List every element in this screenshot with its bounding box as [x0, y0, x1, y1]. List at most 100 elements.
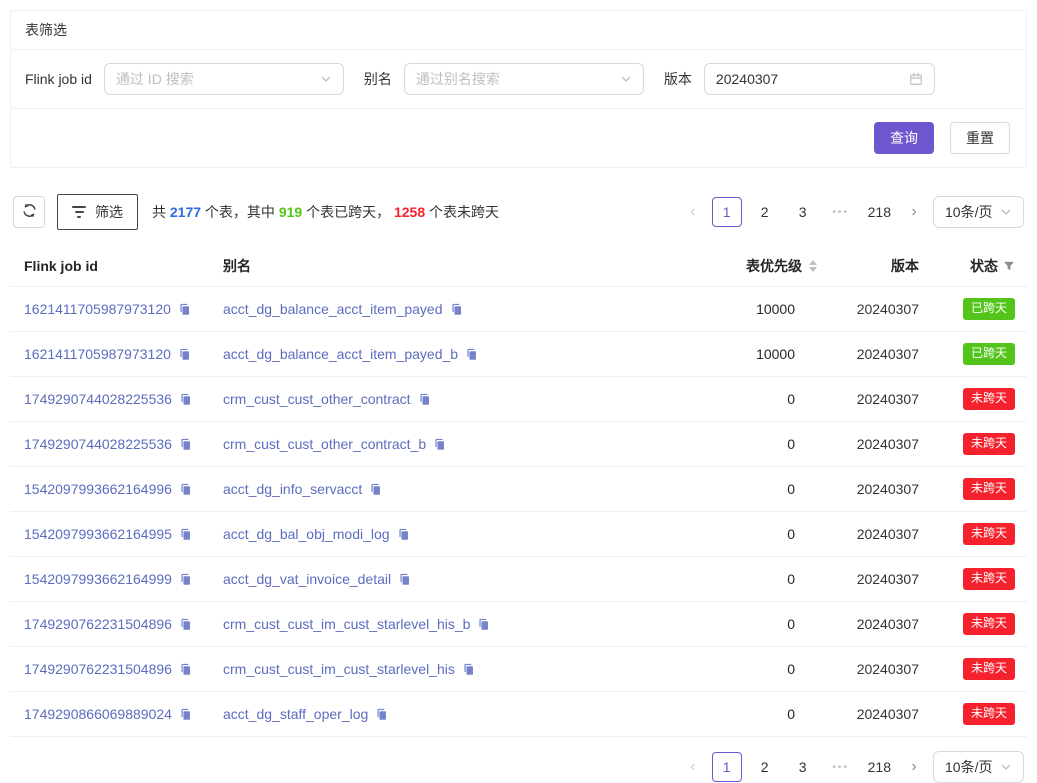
pager-next-button[interactable]: › [903, 752, 925, 782]
pager-ellipsis[interactable]: ••• [826, 197, 856, 227]
pager-next-button[interactable]: › [903, 197, 925, 227]
copy-icon[interactable] [465, 348, 478, 361]
copy-icon[interactable] [179, 438, 192, 451]
flink-job-id-link[interactable]: 1749290866069889024 [24, 706, 172, 722]
flink-job-id-link[interactable]: 1542097993662164995 [24, 526, 172, 542]
status-badge: 未跨天 [963, 433, 1015, 455]
version-date-picker[interactable] [704, 63, 935, 95]
total-count: 2177 [170, 204, 201, 220]
pager-page-button[interactable]: 3 [788, 197, 818, 227]
version-date-input[interactable] [716, 71, 896, 87]
copy-icon[interactable] [179, 528, 192, 541]
table-header-row: Flink job id 别名 表优先级 版本 状态 [10, 246, 1027, 287]
copy-icon[interactable] [179, 393, 192, 406]
column-filter-funnel-icon[interactable] [1003, 260, 1015, 272]
pager-page-button[interactable]: 2 [750, 197, 780, 227]
pager-page-button[interactable]: 3 [788, 752, 818, 782]
flink-job-id-link[interactable]: 1542097993662164999 [24, 571, 172, 587]
pager-prev-button[interactable]: ‹ [682, 197, 704, 227]
flink-job-id-link[interactable]: 1749290744028225536 [24, 391, 172, 407]
copy-icon[interactable] [178, 348, 191, 361]
alias-link[interactable]: acct_dg_staff_oper_log [223, 706, 368, 722]
reset-button[interactable]: 重置 [950, 122, 1010, 154]
version-label: 版本 [664, 69, 692, 89]
filter-actions-row: 查询 重置 [11, 109, 1026, 167]
table-row: 1621411705987973120 acct_dg_balance_acct… [10, 287, 1027, 332]
alias-field: 别名 通过别名搜索 [364, 63, 644, 95]
pagination-bottom: ‹ 123 ••• 218 › [682, 752, 925, 782]
chevron-down-icon [320, 73, 332, 85]
column-status: 状态 [970, 256, 998, 276]
priority-value: 0 [697, 377, 827, 422]
table-row: 1542097993662164999 acct_dg_vat_invoice_… [10, 557, 1027, 602]
sort-icon[interactable] [807, 258, 819, 274]
alias-link[interactable]: crm_cust_cust_im_cust_starlevel_his [223, 661, 455, 677]
pager-page-button[interactable]: 2 [750, 752, 780, 782]
flink-job-id-link[interactable]: 1542097993662164996 [24, 481, 172, 497]
alias-link[interactable]: crm_cust_cust_other_contract_b [223, 436, 426, 452]
alias-link[interactable]: acct_dg_info_servacct [223, 481, 362, 497]
flink-job-id-link[interactable]: 1749290762231504896 [24, 616, 172, 632]
alias-select[interactable]: 通过别名搜索 [404, 63, 644, 95]
calendar-icon [909, 72, 923, 86]
table-row: 1542097993662164996 acct_dg_info_servacc… [10, 467, 1027, 512]
copy-icon[interactable] [179, 618, 192, 631]
pager-ellipsis[interactable]: ••• [826, 752, 856, 782]
table-body: 1621411705987973120 acct_dg_balance_acct… [10, 287, 1027, 737]
crossed-count: 919 [279, 204, 302, 220]
copy-icon[interactable] [462, 663, 475, 676]
copy-icon[interactable] [398, 573, 411, 586]
alias-link[interactable]: acct_dg_bal_obj_modi_log [223, 526, 390, 542]
uncrossed-count: 1258 [394, 204, 425, 220]
flink-job-id-link[interactable]: 1749290762231504896 [24, 661, 172, 677]
filter-row: Flink job id 通过 ID 搜索 别名 通过别名搜索 [11, 50, 1026, 109]
page: 表筛选 Flink job id 通过 ID 搜索 别名 通过别名搜索 [0, 0, 1037, 767]
page-size-select-bottom[interactable]: 10条/页 [933, 751, 1024, 783]
copy-icon[interactable] [477, 618, 490, 631]
copy-icon[interactable] [179, 573, 192, 586]
flink-job-id-link[interactable]: 1621411705987973120 [24, 301, 171, 317]
alias-link[interactable]: crm_cust_cust_im_cust_starlevel_his_b [223, 616, 470, 632]
status-badge: 已跨天 [963, 343, 1015, 365]
flink-job-id-link[interactable]: 1621411705987973120 [24, 346, 171, 362]
copy-icon[interactable] [369, 483, 382, 496]
page-size-value: 10条/页 [945, 757, 992, 777]
priority-value: 0 [697, 602, 827, 647]
toolbar: 筛选 共 2177 个表，其中 919 个表已跨天， 1258 个表未跨天 ‹ 1… [10, 194, 1027, 230]
table-count-summary: 共 2177 个表，其中 919 个表已跨天， 1258 个表未跨天 [152, 202, 499, 222]
copy-icon[interactable] [179, 663, 192, 676]
copy-icon[interactable] [418, 393, 431, 406]
pager-page-button[interactable]: 1 [712, 197, 742, 227]
flink-job-id-select[interactable]: 通过 ID 搜索 [104, 63, 344, 95]
version-field: 版本 [664, 63, 935, 95]
status-badge: 未跨天 [963, 703, 1015, 725]
pager-page-button[interactable]: 218 [864, 752, 895, 782]
pager-prev-button[interactable]: ‹ [682, 752, 704, 782]
alias-link[interactable]: acct_dg_balance_acct_item_payed_b [223, 346, 458, 362]
filter-toggle-button[interactable]: 筛选 [57, 194, 138, 230]
version-value: 20240307 [827, 692, 927, 737]
status-badge: 未跨天 [963, 523, 1015, 545]
column-flink-job-id: Flink job id [24, 258, 98, 274]
copy-icon[interactable] [375, 708, 388, 721]
copy-icon[interactable] [179, 708, 192, 721]
flink-job-id-label: Flink job id [25, 71, 92, 87]
version-value: 20240307 [827, 422, 927, 467]
table-row: 1749290762231504896 crm_cust_cust_im_cus… [10, 647, 1027, 692]
flink-job-id-link[interactable]: 1749290744028225536 [24, 436, 172, 452]
page-size-select[interactable]: 10条/页 [933, 196, 1024, 228]
alias-link[interactable]: crm_cust_cust_other_contract [223, 391, 411, 407]
refresh-button[interactable] [13, 196, 45, 228]
copy-icon[interactable] [450, 303, 463, 316]
copy-icon[interactable] [178, 303, 191, 316]
alias-link[interactable]: acct_dg_vat_invoice_detail [223, 571, 391, 587]
alias-link[interactable]: acct_dg_balance_acct_item_payed [223, 301, 443, 317]
pagination-top: ‹ 123 ••• 218 › [682, 197, 925, 227]
pager-page-button[interactable]: 218 [864, 197, 895, 227]
query-button[interactable]: 查询 [874, 122, 934, 154]
status-badge: 已跨天 [963, 298, 1015, 320]
copy-icon[interactable] [179, 483, 192, 496]
copy-icon[interactable] [433, 438, 446, 451]
copy-icon[interactable] [397, 528, 410, 541]
pager-page-button[interactable]: 1 [712, 752, 742, 782]
